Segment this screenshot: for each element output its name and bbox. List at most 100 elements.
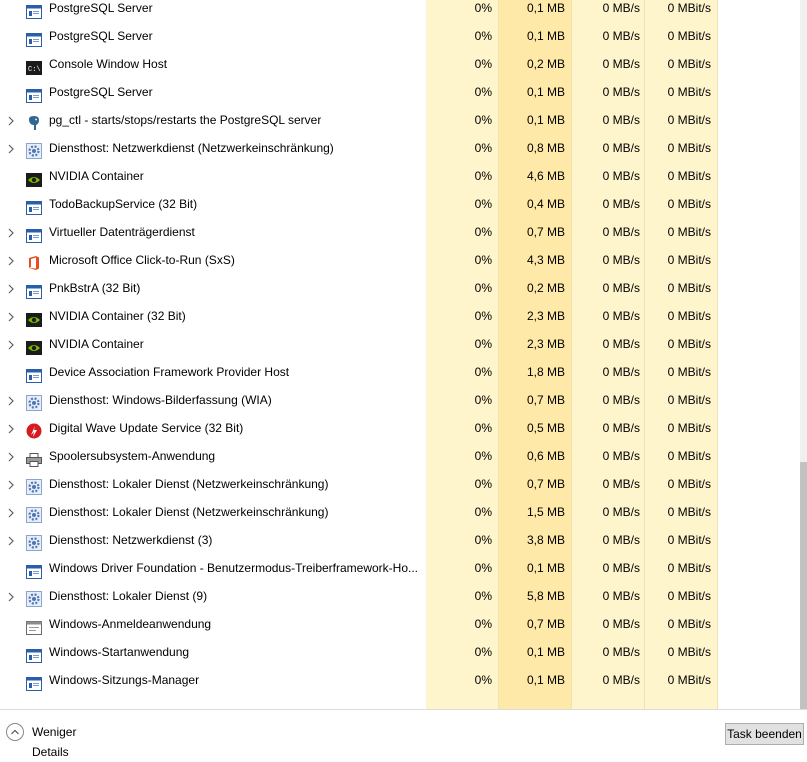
process-row[interactable]: Virtueller Datenträgerdienst 0% 0,7 MB 0 MB… [0, 218, 800, 246]
vertical-scrollbar[interactable] [800, 0, 807, 709]
window-app-icon [26, 617, 42, 635]
process-row[interactable]: Windows-Startanwendung 0% 0,1 MB 0 MB/s 0 MB… [0, 638, 800, 666]
process-row[interactable]: Spoolersubsystem-Anwendung 0% 0,6 MB 0 MB/s… [0, 442, 800, 470]
disk-value: 0 MB/s [602, 57, 640, 71]
process-name: Device Association Framework Provider Ho… [49, 365, 290, 379]
process-row[interactable]: Diensthost: Windows-Bilderfassung (WIA) 0… [0, 386, 800, 414]
process-row[interactable]: C:\ Console Window Host 0% 0,2 MB 0 MB/s 0 MB… [0, 50, 800, 78]
end-task-button[interactable]: Task beenden [725, 723, 804, 745]
process-row[interactable]: Microsoft Office Click-to-Run (SxS) 0% 4,3… [0, 246, 800, 274]
chevron-right-icon[interactable] [6, 274, 16, 302]
network-value: 0 MBit/s [667, 85, 711, 99]
cpu-value: 0% [474, 561, 492, 575]
chevron-right-icon[interactable] [6, 582, 16, 610]
process-rows: PostgreSQL Server 0% 0,1 MB 0 MB/s 0 MBit/s P… [0, 0, 800, 694]
disk-value: 0 MB/s [602, 169, 640, 183]
scrollbar-thumb[interactable] [800, 462, 807, 709]
memory-value: 2,3 MB [526, 309, 565, 323]
memory-value: 0,1 MB [526, 673, 565, 687]
process-row[interactable]: Diensthost: Netzwerkdienst (3) 0% 3,8 MB 0 … [0, 526, 800, 554]
chevron-right-icon[interactable] [6, 498, 16, 526]
process-row[interactable]: Digital Wave Update Service (32 Bit) 0% 0,… [0, 414, 800, 442]
chevron-right-icon[interactable] [6, 330, 16, 358]
process-row[interactable]: TodoBackupService (32 Bit) 0% 0,4 MB 0 MB/s… [0, 190, 800, 218]
memory-value: 0,7 MB [526, 225, 565, 239]
process-row[interactable]: pg_ctl - starts/stops/restarts the Postg… [0, 106, 800, 134]
process-row[interactable]: PostgreSQL Server 0% 0,1 MB 0 MB/s 0 MBit/s [0, 22, 800, 50]
network-value: 0 MBit/s [667, 337, 711, 351]
svg-text:C:\: C:\ [28, 66, 41, 74]
chevron-right-icon[interactable] [6, 246, 16, 274]
cpu-value: 0% [474, 421, 492, 435]
cpu-value: 0% [474, 589, 492, 603]
network-value: 0 MBit/s [667, 421, 711, 435]
service-window-icon [26, 365, 42, 383]
nvidia-icon [26, 337, 42, 355]
cpu-value: 0% [474, 1, 492, 15]
process-row[interactable]: PnkBstrA (32 Bit) 0% 0,2 MB 0 MB/s 0 MBit/s [0, 274, 800, 302]
disk-value: 0 MB/s [602, 85, 640, 99]
process-name: Diensthost: Lokaler Dienst (Netzwerkeins… [49, 477, 329, 491]
nvidia-icon [26, 309, 42, 327]
gear-icon [26, 533, 42, 551]
gear-icon [26, 141, 42, 159]
digital-wave-icon [26, 421, 42, 439]
service-window-icon [26, 673, 42, 691]
disk-value: 0 MB/s [602, 225, 640, 239]
process-name: Console Window Host [49, 57, 168, 71]
cpu-value: 0% [474, 645, 492, 659]
memory-value: 0,1 MB [526, 85, 565, 99]
process-row[interactable]: Diensthost: Netzwerkdienst (Netzwerkeins… [0, 134, 800, 162]
process-row[interactable]: NVIDIA Container (32 Bit) 0% 2,3 MB 0 MB/s 0… [0, 302, 800, 330]
process-name: Windows-Sitzungs-Manager [49, 673, 200, 687]
chevron-right-icon[interactable] [6, 414, 16, 442]
network-value: 0 MBit/s [667, 561, 711, 575]
chevron-right-icon[interactable] [6, 134, 16, 162]
process-row[interactable]: Diensthost: Lokaler Dienst (9) 0% 5,8 MB 0 … [0, 582, 800, 610]
network-value: 0 MBit/s [667, 617, 711, 631]
network-value: 0 MBit/s [667, 1, 711, 15]
process-row[interactable]: Windows-Anmeldeanwendung 0% 0,7 MB 0 MB/s 0 … [0, 610, 800, 638]
service-window-icon [26, 85, 42, 103]
process-row[interactable]: PostgreSQL Server 0% 0,1 MB 0 MB/s 0 MBit/s [0, 0, 800, 22]
chevron-right-icon[interactable] [6, 442, 16, 470]
process-name: Virtueller Datenträgerdienst [49, 225, 195, 239]
chevron-right-icon[interactable] [6, 302, 16, 330]
process-row[interactable]: Device Association Framework Provider Ho… [0, 358, 800, 386]
service-window-icon [26, 645, 42, 663]
disk-value: 0 MB/s [602, 673, 640, 687]
disk-value: 0 MB/s [602, 253, 640, 267]
service-window-icon [26, 225, 42, 243]
cpu-value: 0% [474, 673, 492, 687]
office-icon [26, 253, 42, 270]
disk-value: 0 MB/s [602, 533, 640, 547]
gear-icon [26, 393, 42, 411]
memory-value: 1,8 MB [526, 365, 565, 379]
process-name: PostgreSQL Server [49, 1, 153, 15]
process-row[interactable]: NVIDIA Container 0% 4,6 MB 0 MB/s 0 MBit/s [0, 162, 800, 190]
memory-value: 3,8 MB [526, 533, 565, 547]
process-row[interactable]: Windows-Sitzungs-Manager 0% 0,1 MB 0 MB/s 0 … [0, 666, 800, 694]
service-window-icon [26, 197, 42, 215]
cpu-value: 0% [474, 281, 492, 295]
process-row[interactable]: Diensthost: Lokaler Dienst (Netzwerkeins… [0, 498, 800, 526]
process-row[interactable]: NVIDIA Container 0% 2,3 MB 0 MB/s 0 MBit/s [0, 330, 800, 358]
chevron-right-icon[interactable] [6, 386, 16, 414]
disk-value: 0 MB/s [602, 561, 640, 575]
chevron-right-icon[interactable] [6, 526, 16, 554]
process-name: Diensthost: Netzwerkdienst (3) [49, 533, 213, 547]
process-name: Digital Wave Update Service (32 Bit) [49, 421, 244, 435]
process-row[interactable]: PostgreSQL Server 0% 0,1 MB 0 MB/s 0 MBit/s [0, 78, 800, 106]
network-value: 0 MBit/s [667, 113, 711, 127]
process-row[interactable]: Diensthost: Lokaler Dienst (Netzwerkeins… [0, 470, 800, 498]
chevron-right-icon[interactable] [6, 106, 16, 134]
service-window-icon [26, 561, 42, 579]
memory-value: 0,2 MB [526, 57, 565, 71]
postgres-elephant-icon [26, 113, 42, 130]
process-row[interactable]: Windows Driver Foundation - Benutzermodu… [0, 554, 800, 582]
chevron-right-icon[interactable] [6, 470, 16, 498]
cpu-value: 0% [474, 225, 492, 239]
chevron-right-icon[interactable] [6, 218, 16, 246]
cpu-value: 0% [474, 477, 492, 491]
service-window-icon [26, 1, 42, 19]
